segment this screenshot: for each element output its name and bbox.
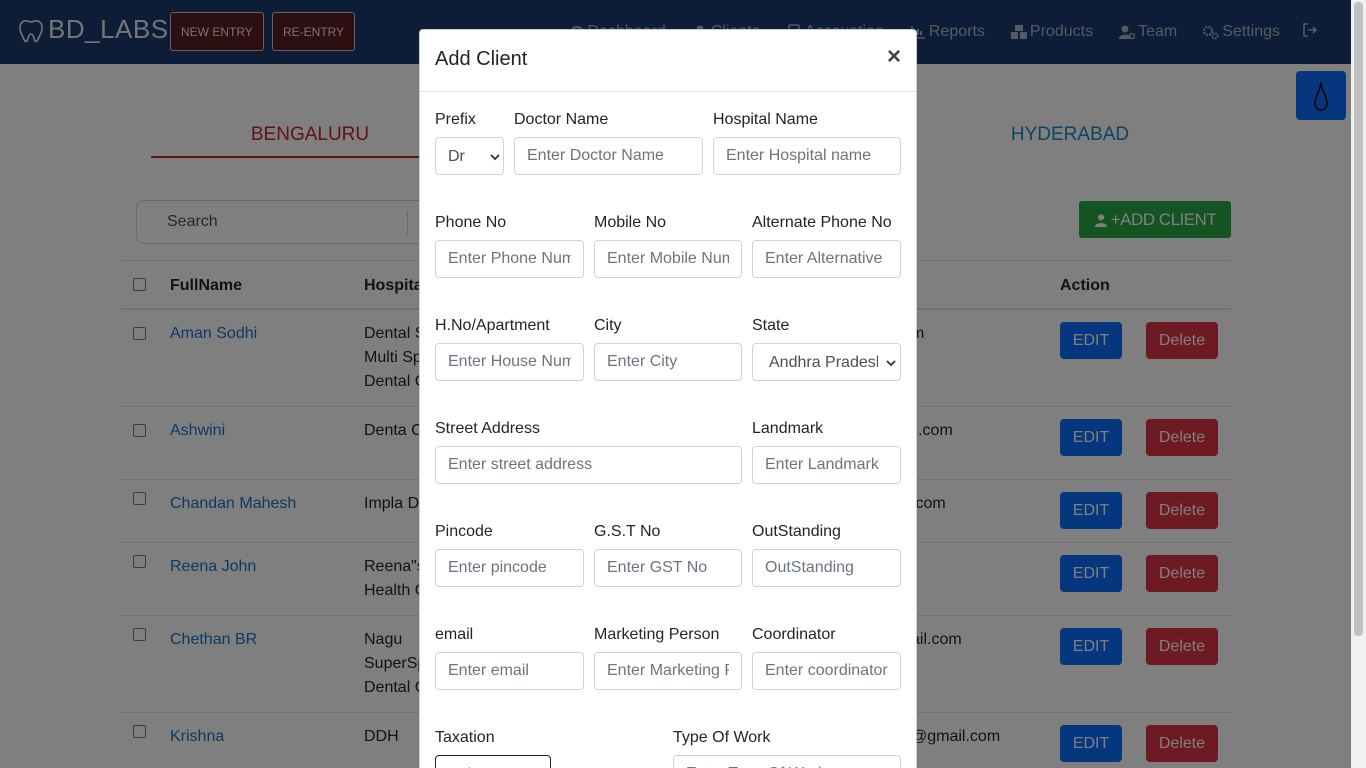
doctor-name-input[interactable] — [514, 137, 703, 175]
phone-no-label: Phone No — [435, 214, 507, 231]
page-scrollbar[interactable] — [1351, 0, 1366, 768]
alt-phone-input[interactable] — [752, 240, 901, 278]
house-no-label: H.No/Apartment — [435, 317, 550, 334]
prefix-label: Prefix — [435, 111, 476, 128]
city-input[interactable] — [594, 343, 742, 381]
mobile-no-label: Mobile No — [594, 214, 667, 231]
hospital-name-label: Hospital Name — [713, 111, 818, 128]
scrollbar-thumb[interactable] — [1354, 2, 1363, 636]
prefix-select[interactable]: Dr — [435, 137, 504, 175]
taxation-label: Taxation — [435, 729, 495, 746]
taxation-select[interactable]: Select Type — [435, 755, 551, 768]
phone-no-input[interactable] — [435, 240, 584, 278]
close-icon[interactable]: × — [887, 45, 901, 69]
marketing-person-label: Marketing Person — [594, 626, 720, 643]
street-label: Street Address — [435, 420, 540, 437]
gst-input[interactable] — [594, 549, 742, 587]
landmark-label: Landmark — [752, 420, 824, 437]
marketing-person-input[interactable] — [594, 652, 742, 690]
state-select[interactable]: Andhra Pradesh — [752, 343, 901, 381]
outstanding-input[interactable] — [752, 549, 901, 587]
city-label: City — [594, 317, 622, 334]
pincode-input[interactable] — [435, 549, 584, 587]
modal-title: Add Client — [435, 48, 528, 70]
pincode-label: Pincode — [435, 523, 493, 540]
house-no-input[interactable] — [435, 343, 584, 381]
street-input[interactable] — [435, 446, 742, 484]
type-of-work-label: Type Of Work — [673, 729, 771, 746]
email-input[interactable] — [435, 652, 584, 690]
outstanding-label: OutStanding — [752, 523, 841, 540]
alt-phone-label: Alternate Phone No — [752, 214, 892, 231]
coordinator-input[interactable] — [752, 652, 901, 690]
modal-header: Add Client × — [420, 30, 916, 92]
landmark-input[interactable] — [752, 446, 901, 484]
email-label: email — [435, 626, 474, 643]
hospital-name-input[interactable] — [713, 137, 901, 175]
add-client-modal: Add Client × Prefix Dr Doctor Name Hospi… — [419, 29, 917, 768]
mobile-no-input[interactable] — [594, 240, 742, 278]
type-of-work-input[interactable] — [673, 755, 901, 768]
coordinator-label: Coordinator — [752, 626, 836, 643]
state-label: State — [752, 317, 790, 334]
doctor-name-label: Doctor Name — [514, 111, 609, 128]
gst-label: G.S.T No — [594, 523, 661, 540]
